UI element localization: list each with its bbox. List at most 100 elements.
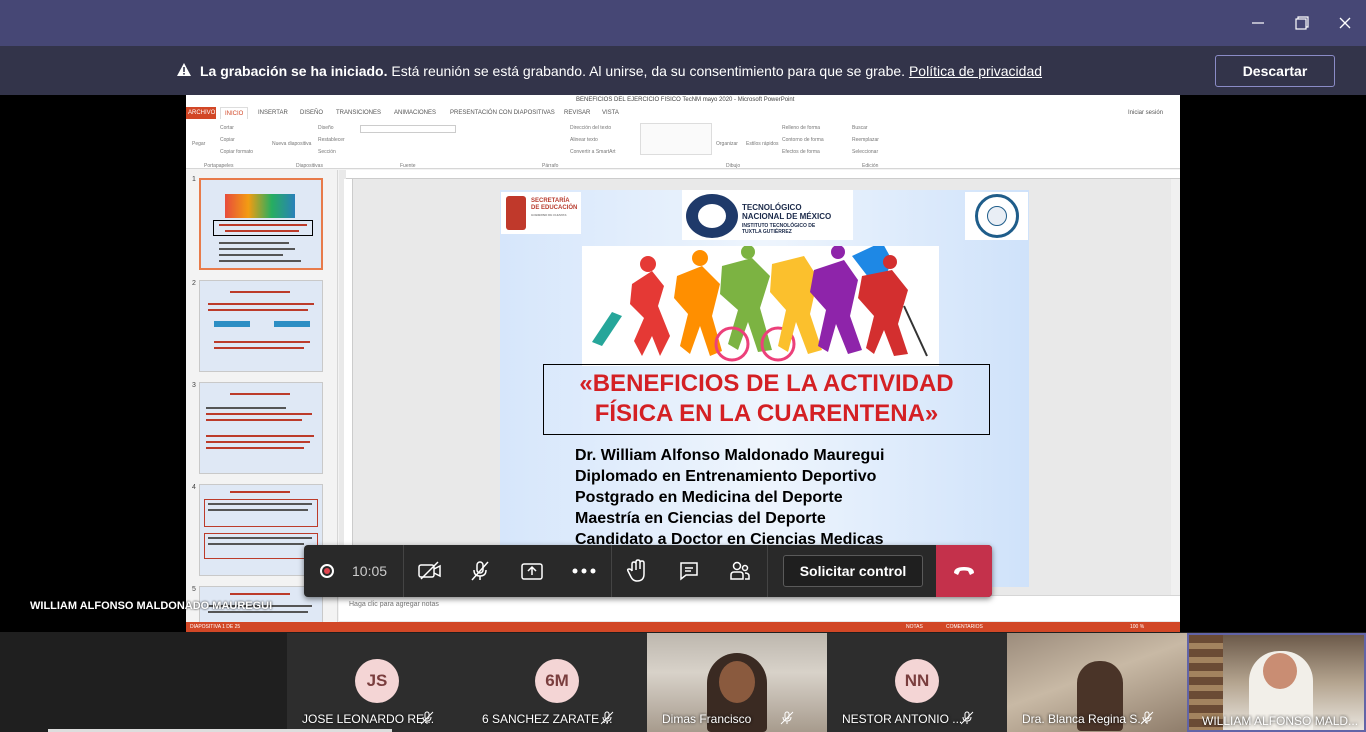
- camera-off-icon: [418, 561, 441, 580]
- participant-tile-active-speaker[interactable]: WILLIAM ALFONSO MALD...: [1187, 633, 1366, 732]
- paste-button[interactable]: Pegar: [192, 141, 205, 147]
- format-painter-button[interactable]: Copiar formato: [220, 149, 253, 155]
- slide-thumbnail-1[interactable]: [199, 178, 323, 270]
- recording-message: La grabación se ha iniciado. Está reunió…: [200, 63, 1042, 79]
- group-font: Fuente: [400, 163, 416, 169]
- tab-transiciones[interactable]: TRANSICIONES: [336, 110, 381, 116]
- share-tray-icon: [521, 563, 543, 580]
- recording-banner: La grabación se ha iniciado. Está reunió…: [0, 46, 1366, 95]
- thumbnail-number: 5: [192, 586, 196, 593]
- mic-off-icon: [780, 711, 794, 725]
- tab-insertar[interactable]: INSERTAR: [258, 110, 288, 116]
- quick-styles-button[interactable]: Estilos rápidos: [746, 141, 779, 147]
- text-direction-button[interactable]: Dirección del texto: [570, 125, 611, 131]
- more-actions-button[interactable]: [563, 545, 605, 597]
- participant-tile[interactable]: 6M 6 SANCHEZ ZARATE ...: [467, 633, 647, 732]
- participant-tile[interactable]: NN NESTOR ANTONIO ...: [827, 633, 1007, 732]
- participant-tile[interactable]: JS JOSE LEONARDO RE...: [287, 633, 467, 732]
- cut-button[interactable]: Cortar: [220, 125, 234, 131]
- participant-tile[interactable]: Dra. Blanca Regina S...: [1007, 633, 1187, 732]
- slide-title-line-2: FÍSICA EN LA CUARENTENA»: [594, 400, 939, 427]
- minimize-icon[interactable]: [1245, 10, 1271, 36]
- tab-animaciones[interactable]: ANIMACIONES: [394, 110, 436, 116]
- tab-vista[interactable]: VISTA: [602, 110, 619, 116]
- participant-tile[interactable]: Dimas Francisco: [647, 633, 827, 732]
- find-button[interactable]: Buscar: [852, 125, 868, 131]
- avatar: 6M: [535, 659, 579, 703]
- slide-thumbnail-2[interactable]: [199, 280, 323, 372]
- recording-message-text: Está reunión se está grabando. Al unirse…: [387, 63, 909, 79]
- ppt-status-bar: DIAPOSITIVA 1 DE 25 NOTAS COMENTARIOS 10…: [186, 622, 1180, 632]
- ppt-window-title: BENEFICIOS DEL EJERCICIO FISICO TecNM ma…: [576, 97, 795, 103]
- mic-off-icon: [471, 561, 489, 581]
- comments-toggle[interactable]: COMENTARIOS: [946, 624, 983, 630]
- participant-name: WILLIAM ALFONSO MALD...: [1202, 714, 1359, 728]
- align-text-button[interactable]: Alinear texto: [570, 137, 598, 143]
- select-button[interactable]: Seleccionar: [852, 149, 878, 155]
- replace-button[interactable]: Reemplazar: [852, 137, 879, 143]
- layout-button[interactable]: Diseño: [318, 125, 334, 131]
- more-options-icon: [572, 568, 596, 574]
- sign-in-link[interactable]: Iniciar sesión: [1128, 110, 1163, 116]
- notes-toggle[interactable]: NOTAS: [906, 624, 923, 630]
- section-button[interactable]: Sección: [318, 149, 336, 155]
- tab-revisar[interactable]: REVISAR: [564, 110, 590, 116]
- request-control-button[interactable]: Solicitar control: [783, 555, 923, 587]
- athletes-illustration: [582, 246, 939, 366]
- new-slide-button[interactable]: Nueva diapositiva: [272, 141, 311, 147]
- recording-message-bold: La grabación se ha iniciado.: [200, 63, 388, 79]
- reset-button[interactable]: Restablecer: [318, 137, 345, 143]
- maximize-icon[interactable]: [1288, 10, 1314, 36]
- chat-button[interactable]: [668, 545, 710, 597]
- tab-diseno[interactable]: DISEÑO: [300, 110, 323, 116]
- current-slide[interactable]: SECRETARÍA DE EDUCACIÓN GOBIERNO DE CHIAPA…: [500, 190, 1029, 587]
- notes-placeholder: Haga clic para agregar notas: [349, 601, 439, 608]
- credential-line: Diplomado en Entrenamiento Deportivo: [575, 468, 877, 485]
- avatar: NN: [895, 659, 939, 703]
- copy-button[interactable]: Copiar: [220, 137, 235, 143]
- share-screen-button[interactable]: [511, 545, 553, 597]
- thumbnail-number: 1: [192, 176, 196, 183]
- recording-indicator-icon: [320, 564, 334, 578]
- mic-off-icon: [1140, 711, 1154, 725]
- participant-name: NESTOR ANTONIO ...: [842, 712, 963, 726]
- close-icon[interactable]: [1332, 10, 1358, 36]
- shape-effects-button[interactable]: Efectos de forma: [782, 149, 820, 155]
- thumbnail-number: 4: [192, 484, 196, 491]
- window-title-bar: [0, 0, 1366, 46]
- microphone-muted-button[interactable]: [459, 545, 501, 597]
- tab-archivo[interactable]: ARCHIVO: [186, 107, 216, 119]
- thumbnail-number: 3: [192, 382, 196, 389]
- slide-title-box: «BENEFICIOS DE LA ACTIVIDAD FÍSICA EN LA…: [543, 364, 990, 435]
- meeting-timer: 10:05: [352, 563, 388, 579]
- hang-up-button[interactable]: [936, 545, 992, 597]
- credential-line: Maestría en Ciencias del Deporte: [575, 510, 826, 527]
- warning-icon: [177, 63, 191, 76]
- font-name-field[interactable]: [360, 125, 456, 133]
- ppt-ribbon-tabs: ARCHIVO INICIO INSERTAR DISEÑO TRANSICIO…: [186, 107, 1180, 119]
- notes-pane[interactable]: Haga clic para agregar notas: [339, 595, 1180, 621]
- arrange-button[interactable]: Organizar: [716, 141, 738, 147]
- vertical-scrollbar[interactable]: [1171, 179, 1180, 599]
- mic-off-icon: [420, 711, 434, 725]
- ppt-title-bar: BENEFICIOS DEL EJERCICIO FISICO TecNM ma…: [186, 95, 1180, 107]
- zoom-level[interactable]: 100 %: [1130, 624, 1144, 630]
- shapes-gallery[interactable]: [640, 123, 712, 155]
- raise-hand-button[interactable]: [616, 545, 658, 597]
- dismiss-button[interactable]: Descartar: [1215, 55, 1335, 87]
- vertical-ruler: [344, 179, 353, 599]
- slide-thumbnail-3[interactable]: [199, 382, 323, 474]
- participant-name: Dimas Francisco: [662, 712, 752, 726]
- tab-inicio[interactable]: INICIO: [220, 107, 249, 119]
- participants-button[interactable]: [719, 545, 761, 597]
- tab-presentacion[interactable]: PRESENTACIÓN CON DIAPOSITIVAS: [450, 110, 555, 116]
- shape-fill-button[interactable]: Relleno de forma: [782, 125, 820, 131]
- ppt-ribbon: Cortar Copiar Copiar formato Pegar Nueva…: [186, 119, 1180, 169]
- privacy-policy-link[interactable]: Política de privacidad: [909, 63, 1042, 79]
- shape-outline-button[interactable]: Contorno de forma: [782, 137, 824, 143]
- slide-title-line-1: «BENEFICIOS DE LA ACTIVIDAD: [579, 370, 954, 397]
- raise-hand-icon: [626, 559, 645, 582]
- camera-off-button[interactable]: [409, 545, 451, 597]
- smartart-button[interactable]: Convertir a SmartArt: [570, 149, 616, 155]
- hang-up-icon: [954, 567, 974, 575]
